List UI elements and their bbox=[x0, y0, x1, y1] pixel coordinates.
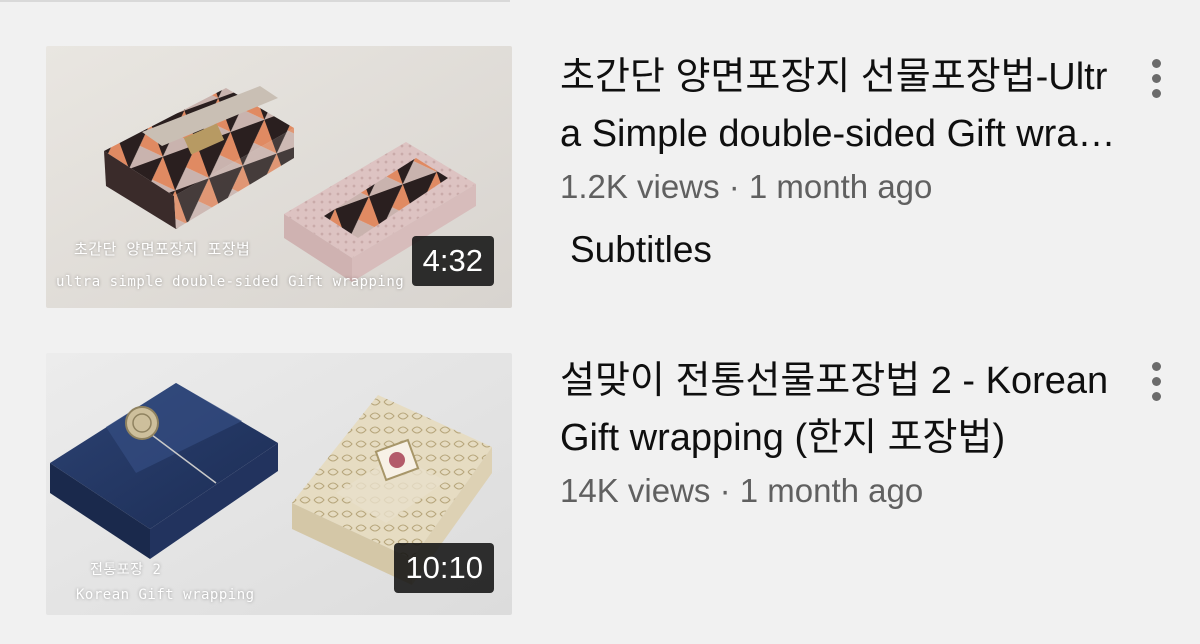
video-list-item[interactable]: 전통포장 2 Korean Gift wrapping 10:10 설맞이 전통… bbox=[46, 353, 1200, 615]
video-thumbnail[interactable]: 초간단 양면포장지 포장법 ultra simple double-sided … bbox=[46, 46, 512, 308]
stats-separator: · bbox=[710, 472, 740, 509]
view-count: 1.2K views bbox=[560, 168, 720, 205]
view-count: 14K views bbox=[560, 472, 711, 509]
thumbnail-caption-line2: Korean Gift wrapping bbox=[76, 587, 255, 603]
more-vert-icon bbox=[1151, 58, 1161, 68]
video-title[interactable]: 설맞이 전통선물포장법 2 - Korean Gift wrapping (한지… bbox=[560, 353, 1120, 467]
video-stats: 1.2K views · 1 month ago bbox=[560, 165, 1120, 209]
video-list-item[interactable]: 초간단 양면포장지 포장법 ultra simple double-sided … bbox=[46, 46, 1200, 308]
video-stats: 14K views · 1 month ago bbox=[560, 469, 1120, 513]
video-duration: 10:10 bbox=[394, 543, 494, 593]
more-vert-icon-dot bbox=[1151, 376, 1161, 386]
thumbnail-caption-line2: ultra simple double-sided Gift wrapping bbox=[56, 274, 405, 290]
video-duration: 4:32 bbox=[411, 236, 494, 286]
more-vert-icon bbox=[1151, 361, 1161, 371]
more-vert-icon-dot bbox=[1151, 73, 1161, 83]
thumbnail-caption-line1: 전통포장 2 bbox=[90, 562, 162, 578]
subtitles-badge: Subtitles bbox=[570, 229, 712, 270]
top-divider bbox=[0, 0, 510, 2]
video-thumbnail[interactable]: 전통포장 2 Korean Gift wrapping 10:10 bbox=[46, 353, 512, 615]
more-vert-icon-dot bbox=[1151, 391, 1161, 401]
video-meta: 설맞이 전통선물포장법 2 - Korean Gift wrapping (한지… bbox=[560, 353, 1120, 513]
more-options-button[interactable] bbox=[1136, 48, 1176, 108]
video-meta: 초간단 양면포장지 선물포장법-Ultra Simple double-side… bbox=[560, 46, 1120, 271]
stats-separator: · bbox=[719, 168, 749, 205]
upload-age: 1 month ago bbox=[748, 168, 933, 205]
upload-age: 1 month ago bbox=[739, 472, 924, 509]
thumbnail-caption-line1: 초간단 양면포장지 포장법 bbox=[74, 240, 251, 258]
more-vert-icon-dot bbox=[1151, 88, 1161, 98]
video-title[interactable]: 초간단 양면포장지 선물포장법-Ultra Simple double-side… bbox=[560, 49, 1120, 163]
more-options-button[interactable] bbox=[1136, 351, 1176, 411]
